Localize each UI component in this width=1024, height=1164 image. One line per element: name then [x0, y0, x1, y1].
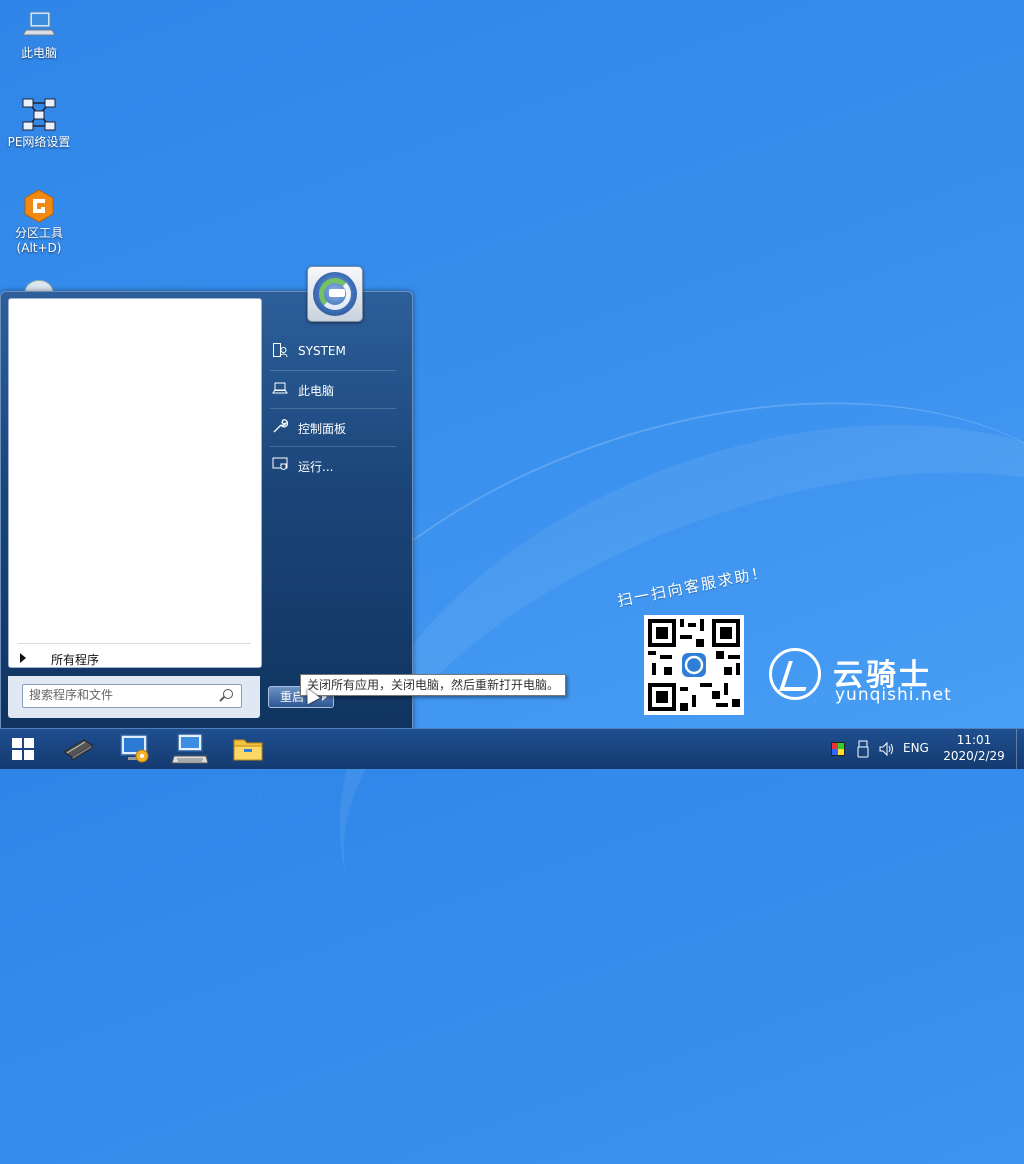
user-avatar[interactable] [307, 266, 363, 322]
start-item-control-panel[interactable]: 控制面板 [270, 408, 396, 445]
search-input[interactable] [23, 685, 214, 705]
yunqishi-logo-icon [769, 648, 821, 700]
start-item-label: SYSTEM [298, 344, 346, 358]
show-desktop-button[interactable] [1016, 729, 1024, 769]
brand-url: yunqishi.net [835, 685, 952, 705]
color-display-icon[interactable] [830, 741, 846, 757]
network-icon [21, 97, 57, 133]
desktop-icon-label-shortcut: (Alt+D) [16, 241, 62, 255]
input-language-indicator[interactable]: ENG [903, 741, 929, 755]
taskbar-app-monitor-tool[interactable] [114, 732, 154, 766]
start-item-label: 控制面板 [298, 422, 347, 436]
volume-icon[interactable] [878, 741, 896, 757]
desktop-icon-label: 此电脑 [20, 46, 57, 60]
desktop-icon-label: 分区工具 [14, 226, 63, 240]
triangle-right-icon [20, 653, 26, 663]
all-programs-button[interactable]: 所有程序 [8, 645, 260, 673]
keyboard-icon [170, 733, 210, 769]
computer-icon [21, 8, 57, 44]
start-item-label: 运行... [298, 460, 334, 474]
clock-date: 2020/2/29 [943, 749, 1005, 763]
monitor-tool-icon [114, 734, 154, 769]
qr-code-icon [644, 615, 744, 715]
start-item-this-pc[interactable]: 此电脑 [270, 370, 396, 407]
wrench-icon [272, 418, 289, 434]
start-search-area [8, 676, 260, 718]
run-icon [272, 456, 288, 472]
diskgenius-icon [21, 188, 57, 224]
clock-time: 11:01 [956, 733, 992, 747]
start-button[interactable] [0, 729, 48, 769]
start-item-label: 此电脑 [298, 384, 335, 398]
taskbar-app-keyboard[interactable] [170, 732, 210, 766]
user-folder-icon [272, 342, 288, 358]
taskbar-app-chip[interactable] [58, 732, 98, 766]
desktop-icon-partition-tool[interactable]: 分区工具 (Alt+D) [4, 188, 74, 256]
windows-logo-icon [12, 738, 22, 748]
start-item-system[interactable]: SYSTEM [270, 332, 396, 369]
start-item-run[interactable]: 运行... [270, 446, 396, 483]
start-search-box[interactable] [22, 684, 242, 708]
taskbar-clock[interactable]: 11:01 2020/2/29 [940, 732, 1008, 764]
desktop-icon-this-pc[interactable]: 此电脑 [4, 8, 74, 61]
all-programs-label: 所有程序 [51, 653, 100, 667]
taskbar-app-explorer[interactable] [228, 732, 268, 766]
taskbar: ENG 11:01 2020/2/29 [0, 728, 1024, 769]
chip-icon [58, 739, 98, 769]
laptop-icon [272, 380, 288, 396]
desktop-icon-pe-network[interactable]: PE网络设置 [4, 97, 74, 150]
restart-tooltip: 关闭所有应用，关闭电脑，然后重新打开电脑。 [300, 674, 567, 696]
usb-device-icon[interactable] [856, 740, 870, 758]
desktop-icon-label: PE网络设置 [7, 135, 71, 149]
search-icon[interactable] [223, 689, 233, 699]
start-menu-program-list [8, 298, 262, 668]
file-explorer-icon [228, 739, 268, 769]
start-menu-divider [18, 643, 251, 644]
